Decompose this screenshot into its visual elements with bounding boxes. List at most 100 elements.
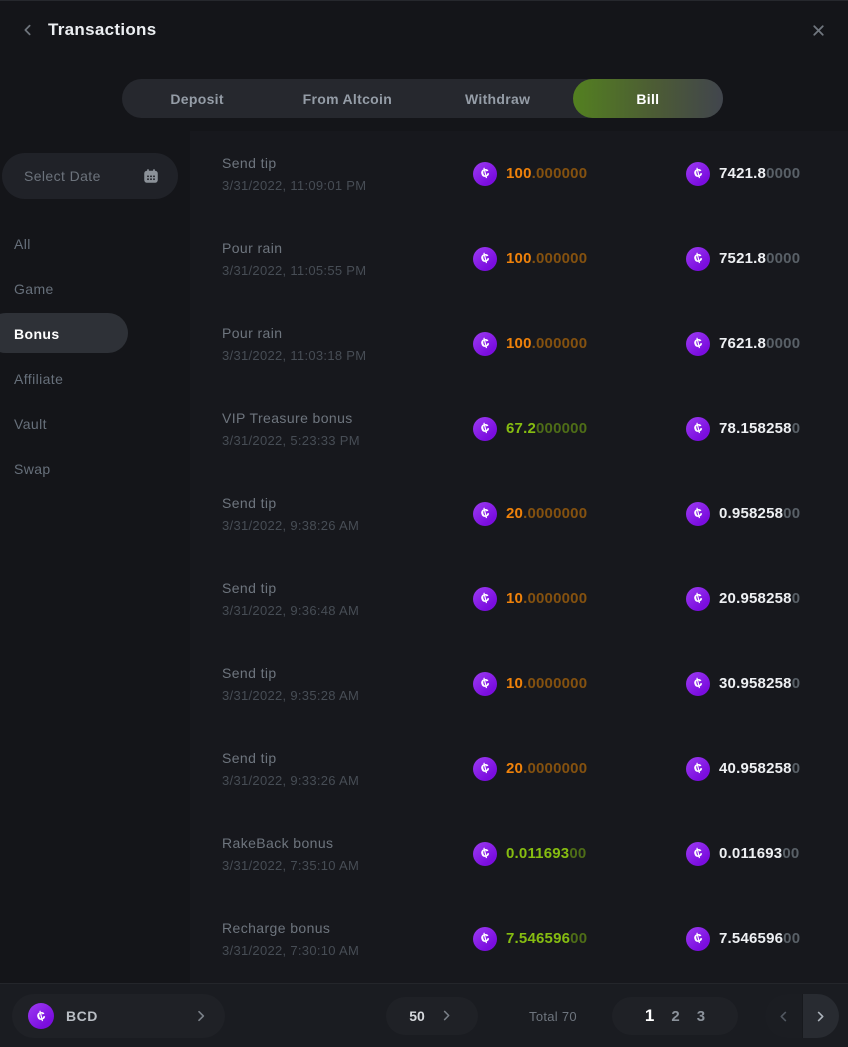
transaction-balance: ¢ 0.01169300 (686, 842, 824, 866)
transaction-balance: ¢ 7521.80000 (686, 247, 824, 271)
bcd-coin-icon: ¢ (686, 672, 710, 696)
sidebar-item-affiliate[interactable]: Affiliate (0, 356, 178, 401)
balance-value: 40.9582580 (719, 760, 800, 777)
transactions-list: Send tip 3/31/2022, 11:09:01 PM ¢ 100.00… (190, 131, 848, 984)
chevron-right-icon (813, 1009, 828, 1024)
bcd-coin-icon: ¢ (473, 757, 497, 781)
balance-value: 30.9582580 (719, 675, 800, 692)
transaction-row: Pour rain 3/31/2022, 11:05:55 PM ¢ 100.0… (190, 216, 848, 301)
page-number-2[interactable]: 2 (671, 1008, 679, 1025)
back-button[interactable] (14, 16, 42, 44)
transaction-amount: ¢ 20.0000000 (473, 502, 686, 526)
page-number-1[interactable]: 1 (645, 1006, 654, 1026)
currency-selector[interactable]: ¢ BCD (12, 994, 225, 1038)
prev-page-button[interactable] (765, 994, 802, 1038)
amount-value: 20.0000000 (506, 760, 587, 777)
pagination: 12 3 (612, 997, 738, 1035)
modal-header: Transactions (0, 1, 848, 59)
transaction-amount: ¢ 7.54659600 (473, 927, 686, 951)
sidebar-item-game[interactable]: Game (0, 266, 178, 311)
transaction-name: Send tip (222, 495, 473, 511)
transaction-name: Pour rain (222, 240, 473, 256)
total-count: Total 70 (498, 997, 608, 1035)
transaction-name: Send tip (222, 155, 473, 171)
transaction-name: Send tip (222, 580, 473, 596)
transaction-name: Pour rain (222, 325, 473, 341)
transaction-row: RakeBack bonus 3/31/2022, 7:35:10 AM ¢ 0… (190, 811, 848, 896)
transaction-datetime: 3/31/2022, 9:36:48 AM (222, 603, 473, 618)
tabs: DepositFrom AltcoinWithdrawBill (122, 79, 723, 118)
sidebar-item-bonus[interactable]: Bonus (0, 311, 178, 356)
transaction-row: Send tip 3/31/2022, 11:09:01 PM ¢ 100.00… (190, 131, 848, 216)
bcd-coin-icon: ¢ (473, 587, 497, 611)
transaction-row: Pour rain 3/31/2022, 11:03:18 PM ¢ 100.0… (190, 301, 848, 386)
balance-value: 7421.80000 (719, 165, 800, 182)
transaction-row: VIP Treasure bonus 3/31/2022, 5:23:33 PM… (190, 386, 848, 471)
bcd-coin-icon: ¢ (473, 332, 497, 356)
bcd-coin-icon: ¢ (28, 1003, 54, 1029)
transaction-datetime: 3/31/2022, 11:05:55 PM (222, 263, 473, 278)
page-number-3[interactable]: 3 (697, 1008, 705, 1025)
amount-value: 10.0000000 (506, 590, 587, 607)
amount-value: 20.0000000 (506, 505, 587, 522)
bcd-coin-icon: ¢ (473, 927, 497, 951)
bcd-coin-icon: ¢ (473, 417, 497, 441)
bcd-coin-icon: ¢ (473, 842, 497, 866)
transaction-row: Send tip 3/31/2022, 9:33:26 AM ¢ 20.0000… (190, 726, 848, 811)
select-date-label: Select Date (24, 168, 142, 184)
transaction-row: Send tip 3/31/2022, 9:36:48 AM ¢ 10.0000… (190, 556, 848, 641)
amount-value: 100.000000 (506, 335, 587, 352)
transaction-balance: ¢ 78.1582580 (686, 417, 824, 441)
sidebar-item-vault[interactable]: Vault (0, 401, 178, 446)
sidebar-item-all[interactable]: All (0, 221, 178, 266)
select-date-button[interactable]: Select Date (2, 153, 178, 199)
transaction-amount: ¢ 100.000000 (473, 332, 686, 356)
transaction-info: Send tip 3/31/2022, 11:09:01 PM (222, 155, 473, 193)
transaction-balance: ¢ 40.9582580 (686, 757, 824, 781)
tab-withdraw[interactable]: Withdraw (423, 79, 573, 118)
close-icon (810, 22, 827, 39)
amount-value: 0.01169300 (506, 845, 586, 862)
transaction-datetime: 3/31/2022, 5:23:33 PM (222, 433, 473, 448)
tab-from-altcoin[interactable]: From Altcoin (272, 79, 422, 118)
calendar-icon (142, 167, 160, 185)
transaction-info: Pour rain 3/31/2022, 11:03:18 PM (222, 325, 473, 363)
chevron-right-icon (439, 1008, 455, 1024)
transaction-amount: ¢ 10.0000000 (473, 587, 686, 611)
transaction-datetime: 3/31/2022, 9:38:26 AM (222, 518, 473, 533)
amount-value: 100.000000 (506, 250, 587, 267)
page-size-selector[interactable]: 50 (386, 997, 478, 1035)
next-page-button[interactable] (802, 994, 840, 1038)
balance-value: 7521.80000 (719, 250, 800, 267)
bcd-coin-icon: ¢ (473, 672, 497, 696)
currency-code: BCD (66, 1008, 193, 1024)
transaction-name: VIP Treasure bonus (222, 410, 473, 426)
balance-value: 0.01169300 (719, 845, 799, 862)
balance-value: 78.1582580 (719, 420, 800, 437)
bcd-coin-icon: ¢ (473, 162, 497, 186)
tab-deposit[interactable]: Deposit (122, 79, 272, 118)
bcd-coin-icon: ¢ (686, 332, 710, 356)
transaction-amount: ¢ 20.0000000 (473, 757, 686, 781)
pagination-nav (765, 994, 839, 1038)
transaction-row: Send tip 3/31/2022, 9:38:26 AM ¢ 20.0000… (190, 471, 848, 556)
chevron-left-icon (776, 1009, 791, 1024)
sidebar-item-swap[interactable]: Swap (0, 446, 178, 491)
chevron-left-icon (20, 22, 36, 38)
transaction-balance: ¢ 0.95825800 (686, 502, 824, 526)
transaction-info: Send tip 3/31/2022, 9:38:26 AM (222, 495, 473, 533)
transaction-info: Send tip 3/31/2022, 9:33:26 AM (222, 750, 473, 788)
tab-bill[interactable]: Bill (573, 79, 723, 118)
transaction-amount: ¢ 67.2000000 (473, 417, 686, 441)
transaction-name: Send tip (222, 665, 473, 681)
bcd-coin-icon: ¢ (686, 757, 710, 781)
transaction-balance: ¢ 7621.80000 (686, 332, 824, 356)
transaction-row: Send tip 3/31/2022, 9:35:28 AM ¢ 10.0000… (190, 641, 848, 726)
transaction-info: RakeBack bonus 3/31/2022, 7:35:10 AM (222, 835, 473, 873)
close-button[interactable] (804, 16, 832, 44)
bcd-coin-icon: ¢ (686, 587, 710, 611)
sidebar: Select Date AllGameBonusAffiliateVaultSw… (0, 131, 190, 983)
bcd-coin-icon: ¢ (686, 842, 710, 866)
transaction-amount: ¢ 0.01169300 (473, 842, 686, 866)
transaction-balance: ¢ 7.54659600 (686, 927, 824, 951)
